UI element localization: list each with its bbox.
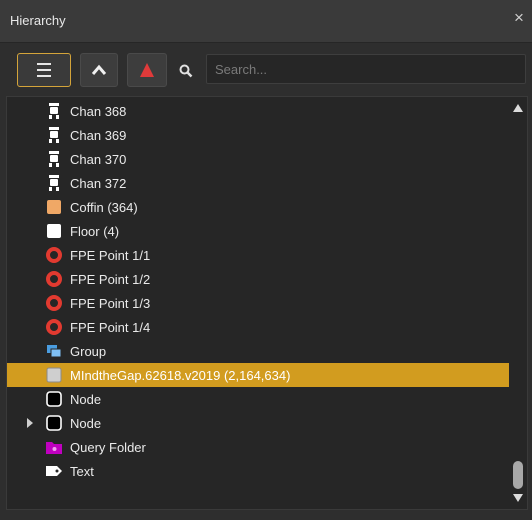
tree-item[interactable]: FPE Point 1/2	[7, 267, 509, 291]
tree-item-label: Group	[70, 344, 107, 359]
tree-item[interactable]: Chan 369	[7, 123, 509, 147]
expand-arrow-icon[interactable]	[27, 418, 33, 428]
channel-icon	[49, 175, 59, 191]
tree-item-label: Node	[70, 392, 102, 407]
tree-item-label: Floor (4)	[70, 224, 120, 239]
fpe-point-icon	[46, 319, 62, 335]
channel-icon	[49, 151, 59, 167]
vertical-scrollbar[interactable]	[509, 97, 527, 509]
tree-item[interactable]: Coffin (364)	[7, 195, 509, 219]
collapse-up-button[interactable]	[80, 53, 118, 87]
fpe-point-icon	[46, 271, 62, 287]
tree-item[interactable]: FPE Point 1/4	[7, 315, 509, 339]
node-icon	[46, 391, 62, 407]
warnings-button[interactable]	[127, 53, 167, 87]
text-tag-icon	[46, 466, 62, 476]
tree-item[interactable]: FPE Point 1/1	[7, 243, 509, 267]
tree-item[interactable]: Floor (4)	[7, 219, 509, 243]
tree-item[interactable]: Chan 372	[7, 171, 509, 195]
tree-item[interactable]: Text	[7, 459, 509, 483]
tree-item[interactable]: Node	[7, 387, 509, 411]
channel-icon	[49, 103, 59, 119]
tree-item[interactable]: Query Folder	[7, 435, 509, 459]
model-swatch-icon	[46, 367, 62, 383]
tree-item[interactable]: FPE Point 1/3	[7, 291, 509, 315]
tree-item-label: FPE Point 1/2	[70, 272, 151, 287]
tree-item-label: Text	[70, 464, 94, 479]
tree-item-label: FPE Point 1/1	[70, 248, 151, 263]
tree-item-label: MIndtheGap.62618.v2019 (2,164,634)	[70, 368, 291, 383]
query-folder-icon	[46, 442, 62, 454]
search-input[interactable]	[206, 54, 526, 84]
fpe-point-icon	[46, 295, 62, 311]
coffin-swatch-icon	[47, 200, 61, 214]
tree-item-label: Coffin (364)	[70, 200, 138, 215]
tree-item-label: Chan 369	[70, 128, 127, 143]
tree-item-label: Chan 368	[70, 104, 127, 119]
tree-item-label: Query Folder	[70, 440, 146, 455]
tree-item-label: Chan 372	[70, 176, 127, 191]
chevron-up-icon	[91, 64, 107, 75]
scroll-down-icon[interactable]	[513, 494, 523, 502]
tree-item-label: FPE Point 1/3	[70, 296, 151, 311]
node-icon	[46, 415, 62, 431]
panel-titlebar: Hierarchy ×	[0, 0, 532, 43]
tree-item-label: Node	[70, 416, 102, 431]
panel-title: Hierarchy	[10, 13, 66, 28]
floor-swatch-icon	[47, 224, 61, 238]
hierarchy-toolbar	[0, 43, 532, 95]
channel-icon	[49, 127, 59, 143]
tree-item[interactable]: Group	[7, 339, 509, 363]
tree-item-label: FPE Point 1/4	[70, 320, 151, 335]
hierarchy-tree[interactable]: Chan 368 Chan 369 Chan 370 Chan 372 Coff…	[6, 96, 528, 510]
warning-triangle-icon	[140, 63, 154, 77]
scroll-up-icon[interactable]	[513, 104, 523, 112]
tree-item-label: Chan 370	[70, 152, 127, 167]
group-icon	[47, 345, 62, 358]
search-icon	[179, 64, 193, 78]
tree-item[interactable]: Chan 370	[7, 147, 509, 171]
hierarchy-panel: Hierarchy × Search... Chan 368 Chan 369 …	[0, 0, 532, 520]
list-view-button[interactable]	[17, 53, 71, 87]
tree-item-selected[interactable]: MIndtheGap.62618.v2019 (2,164,634)	[7, 363, 509, 387]
close-icon[interactable]: ×	[514, 9, 530, 27]
scroll-thumb[interactable]	[513, 461, 523, 489]
tree-item[interactable]: Node	[7, 411, 509, 435]
tree-item[interactable]: Chan 368	[7, 99, 509, 123]
fpe-point-icon	[46, 247, 62, 263]
menu-icon	[37, 63, 51, 77]
